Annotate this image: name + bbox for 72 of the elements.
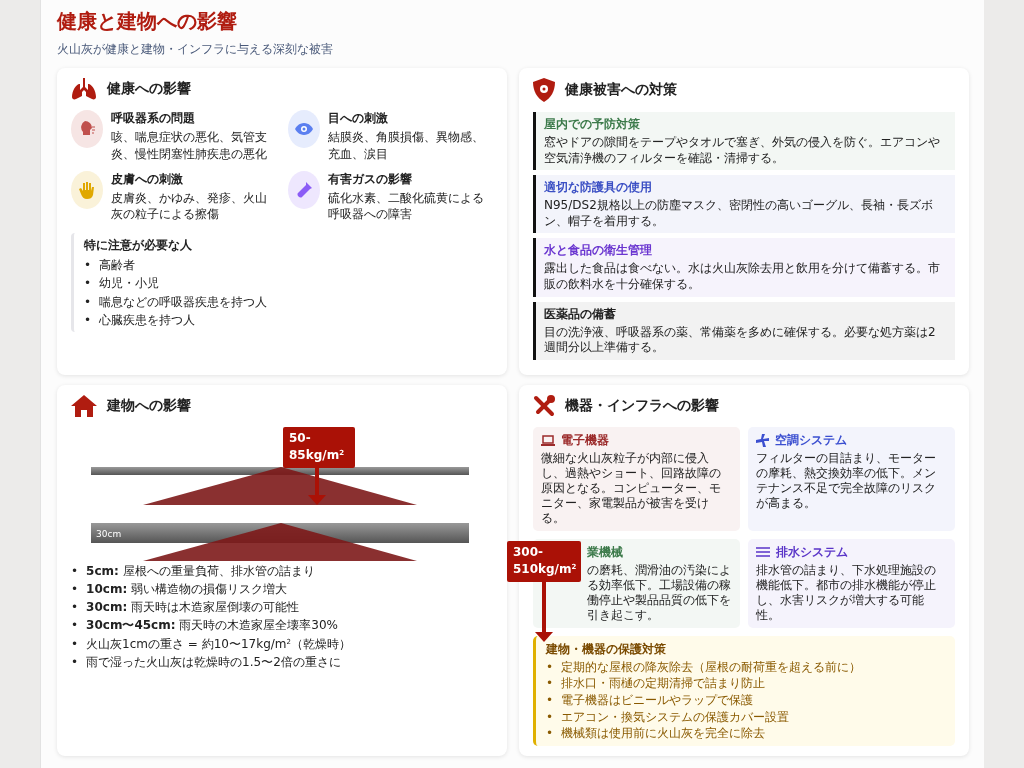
measure-text: N95/DS2規格以上の防塵マスク、密閉性の高いゴーグル、長袖・長ズボン、帽子を着用する。 [544,198,934,230]
effect-title: 皮膚への刺激 [111,170,184,188]
effect-text: 硫化水素、二酸化硫黄による呼吸器への障害 [328,189,485,224]
list-bullet: • [546,693,554,708]
effect-title: 有害ガスの影響 [328,170,413,188]
list-item: 30cm: 雨天時は木造家屋倒壊の可能性 [86,599,300,616]
tools-icon [533,394,555,417]
panel-title: 電子機器 [561,431,609,449]
list-item: 電子機器はビニールやラップで保護 [561,693,754,708]
note-title: 特に注意が必要な人 [84,237,193,255]
panel-title: 業機械 [587,543,623,561]
card-title: 健康への影響 [107,80,191,98]
effect-text: 結膜炎、角膜損傷、異物感、充血、涙目 [328,129,485,163]
card-title: 機器・インフラへの影響 [565,396,719,415]
list-item: 5cm: 屋根への重量負荷、排水管の詰まり [86,562,315,579]
measure-text: 窓やドアの隙間をテープやタオルで塞ぎ、外気の侵入を防ぐ。エアコンや空気清浄機のフィルターを確認・清掃する。 [544,135,941,167]
effect-text: 皮膚炎、かゆみ、発疹、火山灰の粒子による擦傷 [111,189,268,224]
list-item: 排水口・雨樋の定期清掃で詰まり防止 [561,676,766,691]
list-bullet: • [71,599,79,616]
house-icon [71,394,97,417]
list-item: 喘息などの呼吸器疾患を持つ人 [99,293,268,310]
list-bullet: • [71,653,79,670]
measure-title: 屋内での予防対策 [544,116,641,133]
water-icon [756,547,770,558]
list-item: 雨で湿った火山灰は乾燥時の1.5〜2倍の重さに [86,653,341,670]
list-bullet: • [546,659,554,675]
panel-text: 排水管の詰まり、下水処理施設の機能低下。都市の排水機能が停止し、水害リスクが増大する可能性。 [756,562,937,623]
panel-title: 排水システム [776,543,848,561]
list-bullet: • [546,709,554,725]
load-label: 300-510kg/m$^{2}$ [507,540,581,582]
panel-text: フィルターの目詰まり、モーターの摩耗、熱交換効率の低下。メンテナンス不足で完全故障のリスクが高まる。 [756,450,937,511]
list-item: エアコン・換気システムの保護カバー設置 [561,709,790,725]
list-bullet: • [71,562,79,579]
panel-text: の磨耗、潤滑油の汚染による効率低下。工場設備の稼働停止や製品品質の低下を引き起こす。 [587,562,732,623]
layer-label: 30cm [96,528,122,539]
lungs-icon [71,78,97,100]
load-label: 50-85kg/m$^{2}$ [283,426,355,468]
list-bullet: • [71,580,79,598]
effect-text: 咳、喘息症状の悪化、気管支炎、慢性閉塞性肺疾患の悪化 [111,129,268,163]
measure-text: 目の洗浄液、呼吸器系の薬、常備薬を多めに確保する。必要な処方薬は2週間分以上準備する。 [544,324,937,356]
shield-icon [533,78,555,102]
list-item: 心臓疾患を持つ人 [99,311,196,328]
list-item: 機械類は使用前に火山灰を完全に除去 [561,726,766,741]
card-title: 建物への影響 [107,396,191,415]
list-bullet: • [71,635,79,652]
page-subtitle: 火山灰が健康と建物・インフラに与える深刻な被害 [57,41,334,58]
protection-title: 建物・機器の保護対策 [546,640,667,658]
list-bullet: • [84,311,92,328]
list-bullet: • [84,257,92,274]
list-item: 幼児・小児 [99,275,160,292]
list-bullet: • [84,275,92,292]
effect-title: 目への刺激 [328,110,389,127]
fan-icon [756,433,769,447]
measure-title: 適切な防護具の使用 [544,179,653,197]
page-title: 健康と建物への影響 [57,8,238,35]
list-bullet: • [546,726,554,741]
list-item: 30cm〜45cm: 雨天時の木造家屋全壊率30% [86,617,338,634]
list-bullet: • [546,676,554,691]
list-bullet: • [84,293,92,310]
card-title: 健康被害への対策 [565,81,677,99]
effect-title: 呼吸器系の問題 [111,110,196,127]
panel-title: 空調システム [775,431,847,449]
measure-title: 医薬品の備蓄 [544,305,617,323]
list-item: 定期的な屋根の降灰除去（屋根の耐荷重を超える前に） [561,659,862,675]
laptop-icon [541,434,555,446]
panel-text: 微細な火山灰粒子が内部に侵入し、過熱やショート、回路故障の原因となる。コンピューター、モニター、家電製品が被害を受ける。 [541,450,722,526]
list-item: 10cm: 弱い構造物の損傷リスク増大 [86,580,288,598]
list-item: 火山灰1cmの重さ = 約10〜17kg/m$^{2}$（乾燥時） [86,635,351,652]
measure-title: 水と食品の衛生管理 [544,242,653,260]
measure-text: 露出した食品は食べない。水は火山灰除去用と飲用を分けて備蓄する。市販の飲料水を十分確保する。 [544,261,941,293]
list-item: 高齢者 [99,257,136,274]
list-bullet: • [71,617,79,634]
